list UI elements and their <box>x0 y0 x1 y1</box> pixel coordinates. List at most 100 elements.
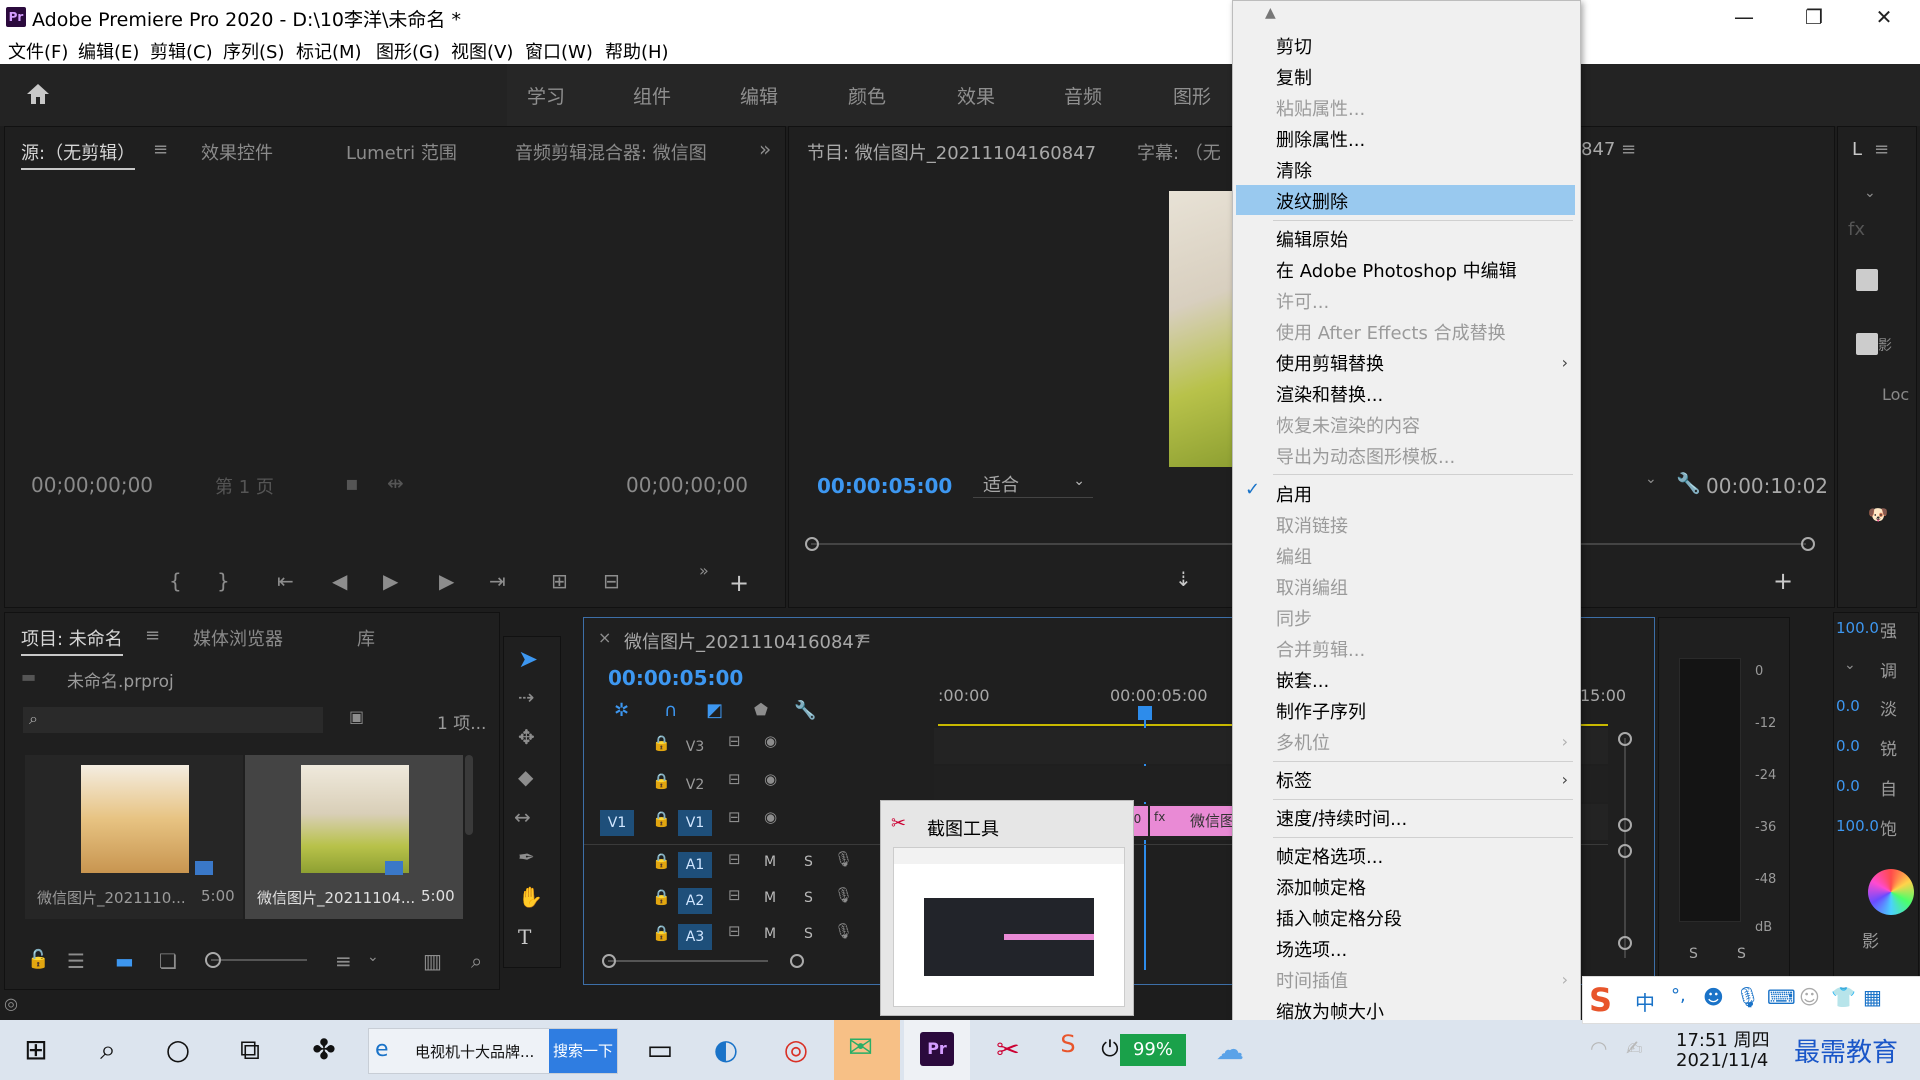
scrubber-start-handle[interactable] <box>805 537 819 551</box>
menu-item-replace-with-clip[interactable]: 使用剪辑替换 <box>1276 350 1384 376</box>
chevron-down-icon[interactable]: ⌄ <box>1864 185 1876 201</box>
fit-dropdown[interactable]: 适合 ⌄ <box>973 471 1093 498</box>
windows-start-icon[interactable]: ⊞ <box>16 1032 56 1068</box>
find-icon[interactable]: ⌕ <box>471 949 482 973</box>
cortana-icon[interactable]: ○ <box>158 1032 198 1068</box>
sogou-icon[interactable]: S <box>1048 1026 1088 1062</box>
maximize-button[interactable]: ❐ <box>1779 0 1849 34</box>
menu-item-enable[interactable]: 启用 <box>1276 481 1312 507</box>
menu-window[interactable]: 窗口(W) <box>525 38 593 64</box>
snipping-tool-taskbar-icon[interactable]: ✂ <box>988 1032 1028 1068</box>
go-to-out-icon[interactable]: ⇥ <box>489 569 506 593</box>
menu-item-make-subsequence[interactable]: 制作子序列 <box>1276 698 1366 724</box>
task-view-icon[interactable]: ⧉ <box>230 1032 270 1068</box>
sync-lock-icon[interactable]: ⊟ <box>728 886 741 904</box>
panel-menu-icon[interactable]: ≡ <box>1874 139 1889 160</box>
add-button-icon[interactable]: + <box>729 569 749 597</box>
menu-item-render-replace[interactable]: 渲染和替换... <box>1276 381 1383 407</box>
tab-libraries[interactable]: 库 <box>357 625 375 651</box>
workspace-audio[interactable]: 音频 <box>1064 82 1102 109</box>
sort-icon[interactable]: ≡ <box>335 949 352 973</box>
search-input[interactable]: ⌕ <box>23 707 323 733</box>
tab-audio-clip-mixer[interactable]: 音频剪辑混合器: 微信图 <box>515 139 707 165</box>
solo-button[interactable]: S <box>804 890 813 906</box>
snipping-tool-preview[interactable]: ✂ 截图工具 <box>880 800 1134 1016</box>
wechat-taskbar-item[interactable]: ✉ <box>834 1020 900 1080</box>
icon-view-icon[interactable]: ▬ <box>115 949 134 973</box>
track-select-tool-icon[interactable]: ⇢ <box>518 685 535 709</box>
lock-icon[interactable]: 🔒 <box>652 734 671 752</box>
search-icon[interactable]: ⌕ <box>88 1032 128 1068</box>
home-icon[interactable] <box>24 80 52 108</box>
eye-icon[interactable]: ◉ <box>764 770 777 788</box>
timeline-sequence-tab[interactable]: 微信图片_20211104160847 <box>624 628 865 654</box>
menu-item-copy[interactable]: 复制 <box>1276 64 1312 90</box>
nest-icon[interactable]: ✲ <box>614 700 629 721</box>
lock-icon[interactable]: 🔒 <box>652 888 671 906</box>
tab-source[interactable]: 源:（无剪辑） <box>21 139 136 170</box>
tab-lumetri-color[interactable]: L <box>1852 139 1862 160</box>
mic-icon[interactable]: 🎙 <box>834 922 853 940</box>
mute-button[interactable]: M <box>764 926 776 942</box>
source-patch-v1[interactable]: V1 <box>600 810 634 836</box>
vscroll-handle[interactable] <box>1618 818 1632 832</box>
zoom-slider[interactable] <box>211 959 307 961</box>
project-item-card-selected[interactable]: 微信图片_20211104... 5:00 <box>245 755 463 919</box>
timeline-clip[interactable]: fx 微信图 <box>1150 806 1240 836</box>
workspace-effects[interactable]: 效果 <box>957 82 995 109</box>
premiere-taskbar-item[interactable]: Pr <box>904 1020 970 1080</box>
scrubber-end-handle[interactable] <box>1801 537 1815 551</box>
settings-square-icon[interactable]: ▪ <box>345 471 359 495</box>
menu-graphics[interactable]: 图形(G) <box>376 38 440 64</box>
project-scrollbar[interactable] <box>465 755 473 835</box>
menu-sequence[interactable]: 序列(S) <box>223 38 284 64</box>
tab-project[interactable]: 项目: 未命名 <box>21 625 123 656</box>
workspace-graphics[interactable]: 图形 <box>1173 82 1211 109</box>
menu-edit[interactable]: 编辑(E) <box>78 38 139 64</box>
ime-lang-button[interactable]: 中 <box>1635 987 1655 1016</box>
track-a2-label[interactable]: A2 <box>678 888 712 914</box>
menu-item-nest[interactable]: 嵌套... <box>1276 667 1329 693</box>
track-v1-label[interactable]: V1 <box>678 810 712 836</box>
panel-menu-icon[interactable]: ≡ <box>1621 139 1636 160</box>
program-timecode[interactable]: 00:00:05:00 <box>817 474 952 498</box>
menu-item-remove-attributes[interactable]: 删除属性... <box>1276 126 1365 152</box>
step-forward-icon[interactable]: ▶ <box>439 569 454 593</box>
source-timecode-out[interactable]: 00;00;00;00 <box>626 473 748 497</box>
timeline-timecode[interactable]: 00:00:05:00 <box>608 666 743 690</box>
step-back-icon[interactable]: ◀ <box>332 569 347 593</box>
menu-clip[interactable]: 剪辑(C) <box>150 38 213 64</box>
edge-icon[interactable]: ◐ <box>706 1032 746 1068</box>
taskbar-search-box[interactable]: e 电视机十大品牌... 搜索一下 <box>368 1028 618 1074</box>
solo-button[interactable]: S <box>804 854 813 870</box>
project-item-card[interactable]: 微信图片_2021110... 5:00 <box>25 755 243 919</box>
vscroll-handle[interactable] <box>1618 844 1632 858</box>
solo-left-button[interactable]: S <box>1689 946 1698 962</box>
automate-icon[interactable]: ▥ <box>423 949 442 973</box>
track-a1-label[interactable]: A1 <box>678 852 712 878</box>
menu-item-edit-in-photoshop[interactable]: 在 Adobe Photoshop 中编辑 <box>1276 257 1517 283</box>
menu-item-ripple-delete[interactable]: 波纹删除 <box>1276 188 1348 214</box>
mic-icon[interactable]: 🎙 <box>834 886 853 904</box>
pen-icon[interactable]: ✍ <box>1626 1036 1643 1060</box>
cloud-icon[interactable]: ☁ <box>1210 1032 1250 1068</box>
menu-view[interactable]: 视图(V) <box>451 38 513 64</box>
workspace-assembly[interactable]: 组件 <box>633 82 671 109</box>
menu-item-edit-original[interactable]: 编辑原始 <box>1276 226 1348 252</box>
hand-tool-icon[interactable]: ✋ <box>518 885 543 909</box>
minimize-button[interactable]: — <box>1709 0 1779 34</box>
skin-icon[interactable]: 👕 <box>1831 985 1856 1009</box>
snap-icon[interactable]: ∩ <box>664 700 677 721</box>
chrome-icon[interactable]: ◎ <box>776 1032 816 1068</box>
tab-effect-controls[interactable]: 效果控件 <box>201 139 273 165</box>
voice-icon[interactable]: 🎙 <box>1735 985 1760 1009</box>
solo-right-button[interactable]: S <box>1737 946 1746 962</box>
tab-lumetri-scopes[interactable]: Lumetri 范围 <box>346 139 457 165</box>
menu-item-add-frame-hold[interactable]: 添加帧定格 <box>1276 874 1366 900</box>
scroll-handle-right[interactable] <box>790 954 804 968</box>
new-bin-icon[interactable]: ▣ <box>349 707 364 726</box>
menu-item-speed-duration[interactable]: 速度/持续时间... <box>1276 805 1407 831</box>
razor-tool-icon[interactable]: ◆ <box>518 765 533 789</box>
chevron-down-icon[interactable]: ⌄ <box>1645 471 1657 487</box>
workspace-color[interactable]: 颜色 <box>848 82 886 109</box>
